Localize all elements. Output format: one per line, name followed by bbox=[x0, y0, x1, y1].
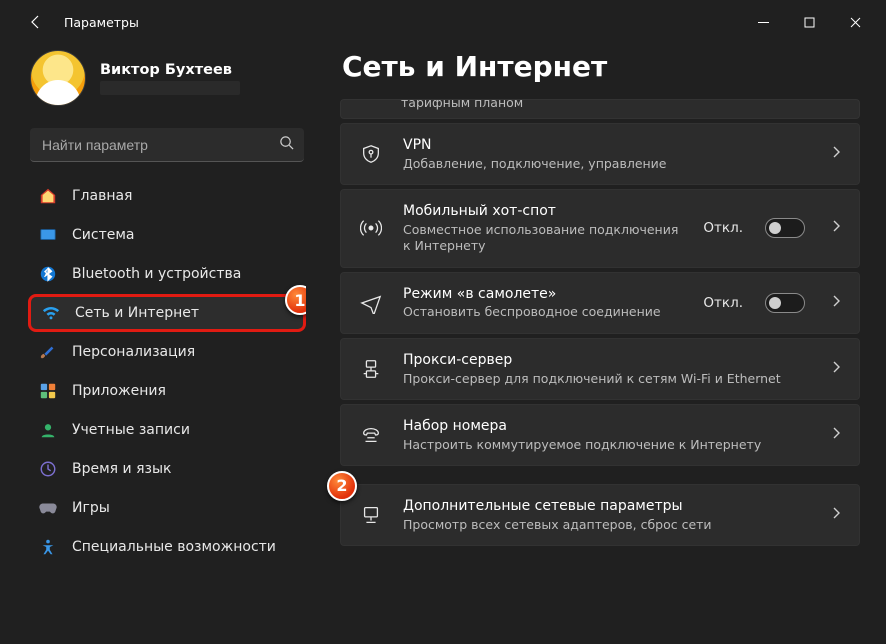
card-title: Набор номера bbox=[403, 417, 811, 436]
card-title: Режим «в самолете» bbox=[403, 285, 685, 304]
card-dialup[interactable]: Набор номера Настроить коммутируемое под… bbox=[340, 404, 860, 466]
airplane-toggle[interactable] bbox=[765, 293, 805, 313]
card-hotspot[interactable]: Мобильный хот-спот Совместное использова… bbox=[340, 189, 860, 267]
search-icon bbox=[279, 135, 294, 154]
sidebar-item-label: Специальные возможности bbox=[72, 539, 296, 555]
chevron-right-icon bbox=[829, 145, 843, 163]
sidebar-item-label: Время и язык bbox=[72, 461, 296, 477]
profile-email-redacted bbox=[100, 81, 240, 95]
card-subtitle: Добавление, подключение, управление bbox=[403, 156, 811, 172]
window-title: Параметры bbox=[64, 15, 139, 30]
airplane-icon bbox=[357, 292, 385, 314]
sidebar-item-label: Главная bbox=[72, 188, 296, 204]
card-subtitle: Совместное использование подключения к И… bbox=[403, 222, 685, 255]
sidebar-item-label: Приложения bbox=[72, 383, 296, 399]
sidebar-item-label: Учетные записи bbox=[72, 422, 296, 438]
close-button[interactable] bbox=[832, 6, 878, 38]
sidebar-item-home[interactable]: Главная bbox=[28, 177, 306, 215]
chevron-right-icon bbox=[829, 426, 843, 444]
sidebar-item-bluetooth[interactable]: Bluetooth и устройства bbox=[28, 255, 306, 293]
hotspot-icon bbox=[357, 217, 385, 239]
sidebar-item-accessibility[interactable]: Специальные возможности bbox=[28, 528, 306, 566]
sidebar-item-time-language[interactable]: Время и язык bbox=[28, 450, 306, 488]
sidebar: Виктор Бухтеев Главная Система bbox=[0, 44, 318, 644]
sidebar-item-gaming[interactable]: Игры bbox=[28, 489, 306, 527]
network-adapter-icon bbox=[357, 504, 385, 526]
titlebar: Параметры bbox=[0, 0, 886, 44]
bluetooth-icon bbox=[38, 264, 58, 284]
proxy-icon bbox=[357, 358, 385, 380]
card-proxy[interactable]: Прокси-сервер Прокси-сервер для подключе… bbox=[340, 338, 860, 400]
card-advanced-network[interactable]: 2 Дополнительные сетевые параметры Просм… bbox=[340, 484, 860, 546]
profile-name: Виктор Бухтеев bbox=[100, 62, 240, 78]
sidebar-item-personalization[interactable]: Персонализация bbox=[28, 333, 306, 371]
card-subtitle: Настроить коммутируемое подключение к Ин… bbox=[403, 437, 811, 453]
search-input[interactable] bbox=[42, 137, 279, 153]
apps-icon bbox=[38, 381, 58, 401]
minimize-button[interactable] bbox=[740, 6, 786, 38]
card-subtitle: Остановить беспроводное соединение bbox=[403, 304, 685, 320]
person-icon bbox=[38, 420, 58, 440]
callout-badge-2: 2 bbox=[327, 471, 357, 501]
sidebar-nav: Главная Система Bluetooth и устройства С… bbox=[28, 176, 306, 634]
chevron-right-icon bbox=[829, 294, 843, 312]
shield-icon bbox=[357, 143, 385, 165]
sidebar-item-network[interactable]: Сеть и Интернет 1 bbox=[28, 294, 306, 332]
toggle-status: Откл. bbox=[703, 295, 743, 311]
home-icon bbox=[38, 186, 58, 206]
maximize-button[interactable] bbox=[786, 6, 832, 38]
brush-icon bbox=[38, 342, 58, 362]
sidebar-item-label: Игры bbox=[72, 500, 296, 516]
partial-card-cut[interactable]: тарифным планом bbox=[340, 99, 860, 119]
card-subtitle: Прокси-сервер для подключений к сетям Wi… bbox=[403, 371, 811, 387]
back-button[interactable] bbox=[18, 4, 54, 40]
main-content: Сеть и Интернет тарифным планом VPN Доба… bbox=[318, 44, 886, 644]
card-title: Дополнительные сетевые параметры bbox=[403, 497, 811, 516]
system-icon bbox=[38, 225, 58, 245]
sidebar-item-label: Система bbox=[72, 227, 296, 243]
card-subtitle: Просмотр всех сетевых адаптеров, сброс с… bbox=[403, 517, 811, 533]
accessibility-icon bbox=[38, 537, 58, 557]
profile-block[interactable]: Виктор Бухтеев bbox=[28, 44, 306, 124]
phone-icon bbox=[357, 424, 385, 446]
card-airplane[interactable]: Режим «в самолете» Остановить беспроводн… bbox=[340, 272, 860, 334]
chevron-right-icon bbox=[829, 506, 843, 524]
chevron-right-icon bbox=[829, 219, 843, 237]
sidebar-item-label: Персонализация bbox=[72, 344, 296, 360]
hotspot-toggle[interactable] bbox=[765, 218, 805, 238]
window-controls bbox=[740, 6, 878, 38]
card-vpn[interactable]: VPN Добавление, подключение, управление bbox=[340, 123, 860, 185]
wifi-icon bbox=[41, 303, 61, 323]
sidebar-item-label: Bluetooth и устройства bbox=[72, 266, 296, 282]
card-title: Мобильный хот-спот bbox=[403, 202, 685, 221]
card-title: Прокси-сервер bbox=[403, 351, 811, 370]
chevron-right-icon bbox=[829, 360, 843, 378]
page-title: Сеть и Интернет bbox=[342, 50, 860, 83]
gamepad-icon bbox=[38, 498, 58, 518]
sidebar-item-apps[interactable]: Приложения bbox=[28, 372, 306, 410]
clock-globe-icon bbox=[38, 459, 58, 479]
sidebar-item-system[interactable]: Система bbox=[28, 216, 306, 254]
search-box[interactable] bbox=[30, 128, 304, 162]
sidebar-item-label: Сеть и Интернет bbox=[75, 305, 293, 321]
toggle-status: Откл. bbox=[703, 220, 743, 236]
avatar bbox=[30, 50, 86, 106]
card-title: VPN bbox=[403, 136, 811, 155]
sidebar-item-accounts[interactable]: Учетные записи bbox=[28, 411, 306, 449]
